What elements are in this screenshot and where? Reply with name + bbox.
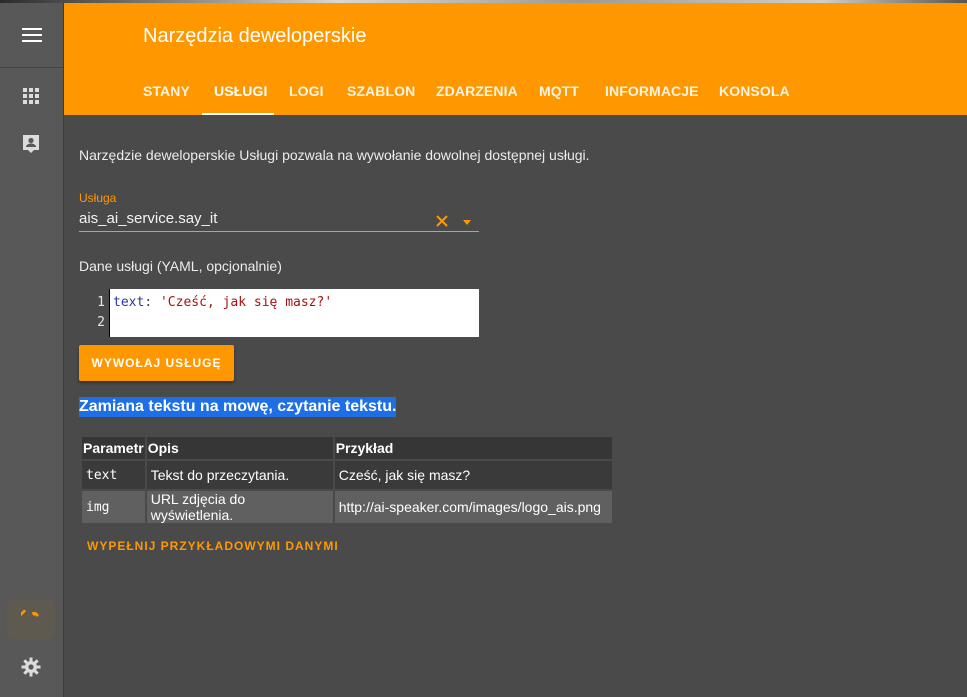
column-header-parameter: Parametr xyxy=(82,437,145,459)
tab-template[interactable]: SZABLON xyxy=(347,67,415,115)
hammer-icon xyxy=(21,609,39,621)
sidebar-item-developer-tools[interactable] xyxy=(7,599,55,639)
service-description: Zamiana tekstu na mowę, czytanie tekstu. xyxy=(79,397,397,417)
param-example: Cześć, jak się masz? xyxy=(334,461,612,489)
page-title: Narzędzia deweloperskie xyxy=(143,25,367,47)
column-header-description: Opis xyxy=(146,437,333,459)
param-name: text xyxy=(82,461,145,489)
sidebar xyxy=(0,3,64,697)
apps-grid-icon xyxy=(23,88,39,104)
line-number: 2 xyxy=(97,315,105,330)
menu-icon xyxy=(21,28,42,42)
service-field-underline xyxy=(79,231,479,232)
param-name: img xyxy=(82,491,145,523)
service-field-label: Usługa xyxy=(79,191,117,205)
table-header-row: Parametr Opis Przykład xyxy=(82,437,612,459)
sidebar-item-settings[interactable] xyxy=(7,647,55,687)
text-cursor xyxy=(109,289,110,337)
settings-gear-icon xyxy=(21,657,41,677)
table-row: text Tekst do przeczytania. Cześć, jak s… xyxy=(82,461,612,489)
tab-bar: STANY USŁUGI LOGI SZABLON ZDARZENIA MQTT… xyxy=(64,67,967,115)
code-line: text: 'Cześć, jak się masz?' xyxy=(113,293,479,313)
tab-states[interactable]: STANY xyxy=(143,67,190,115)
clear-icon[interactable] xyxy=(434,213,450,229)
app-header: Narzędzia deweloperskie STANY USŁUGI LOG… xyxy=(64,3,967,115)
main-content: Narzędzie deweloperskie Usługi pozwala n… xyxy=(64,115,967,697)
service-input[interactable]: ais_ai_service.say_it xyxy=(79,210,217,227)
contact-card-icon xyxy=(23,135,39,153)
tab-mqtt[interactable]: MQTT xyxy=(539,67,579,115)
table-row: img URL zdjęcia do wyświetlenia. http://… xyxy=(82,491,612,523)
tab-events[interactable]: ZDARZENIA xyxy=(436,67,518,115)
sidebar-item-apps[interactable] xyxy=(7,76,55,116)
line-number: 1 xyxy=(97,295,105,310)
tab-services[interactable]: USŁUGI xyxy=(214,67,268,115)
yaml-separator: : xyxy=(144,295,160,310)
dropdown-arrow-icon[interactable] xyxy=(460,217,474,227)
tab-info[interactable]: INFORMACJE xyxy=(605,67,699,115)
call-service-button[interactable]: WYWOŁAJ USŁUGĘ xyxy=(79,345,234,381)
param-description: Tekst do przeczytania. xyxy=(146,461,333,489)
line-number-gutter: 1 2 xyxy=(79,289,109,337)
yaml-field-label: Dane usługi (YAML, opcjonalnie) xyxy=(79,258,282,274)
tab-console[interactable]: KONSOLA xyxy=(719,67,790,115)
fill-example-data-button[interactable]: WYPEŁNIJ PRZYKŁADOWYMI DANYMI xyxy=(87,539,339,553)
intro-text: Narzędzie deweloperskie Usługi pozwala n… xyxy=(79,147,590,163)
tab-logs[interactable]: LOGI xyxy=(289,67,324,115)
param-description: URL zdjęcia do wyświetlenia. xyxy=(146,491,333,523)
param-example: http://ai-speaker.com/images/logo_ais.pn… xyxy=(334,491,612,523)
yaml-editor[interactable]: 1 2 text: 'Cześć, jak się masz?' xyxy=(79,289,479,337)
yaml-key: text xyxy=(113,295,145,310)
sidebar-item-contacts[interactable] xyxy=(7,124,55,164)
code-area[interactable]: text: 'Cześć, jak się masz?' xyxy=(109,289,479,337)
parameters-table: Parametr Opis Przykład text Tekst do prz… xyxy=(80,435,614,525)
column-header-example: Przykład xyxy=(334,437,612,459)
yaml-string-value: 'Cześć, jak się masz?' xyxy=(159,295,333,310)
menu-button[interactable] xyxy=(0,3,63,68)
